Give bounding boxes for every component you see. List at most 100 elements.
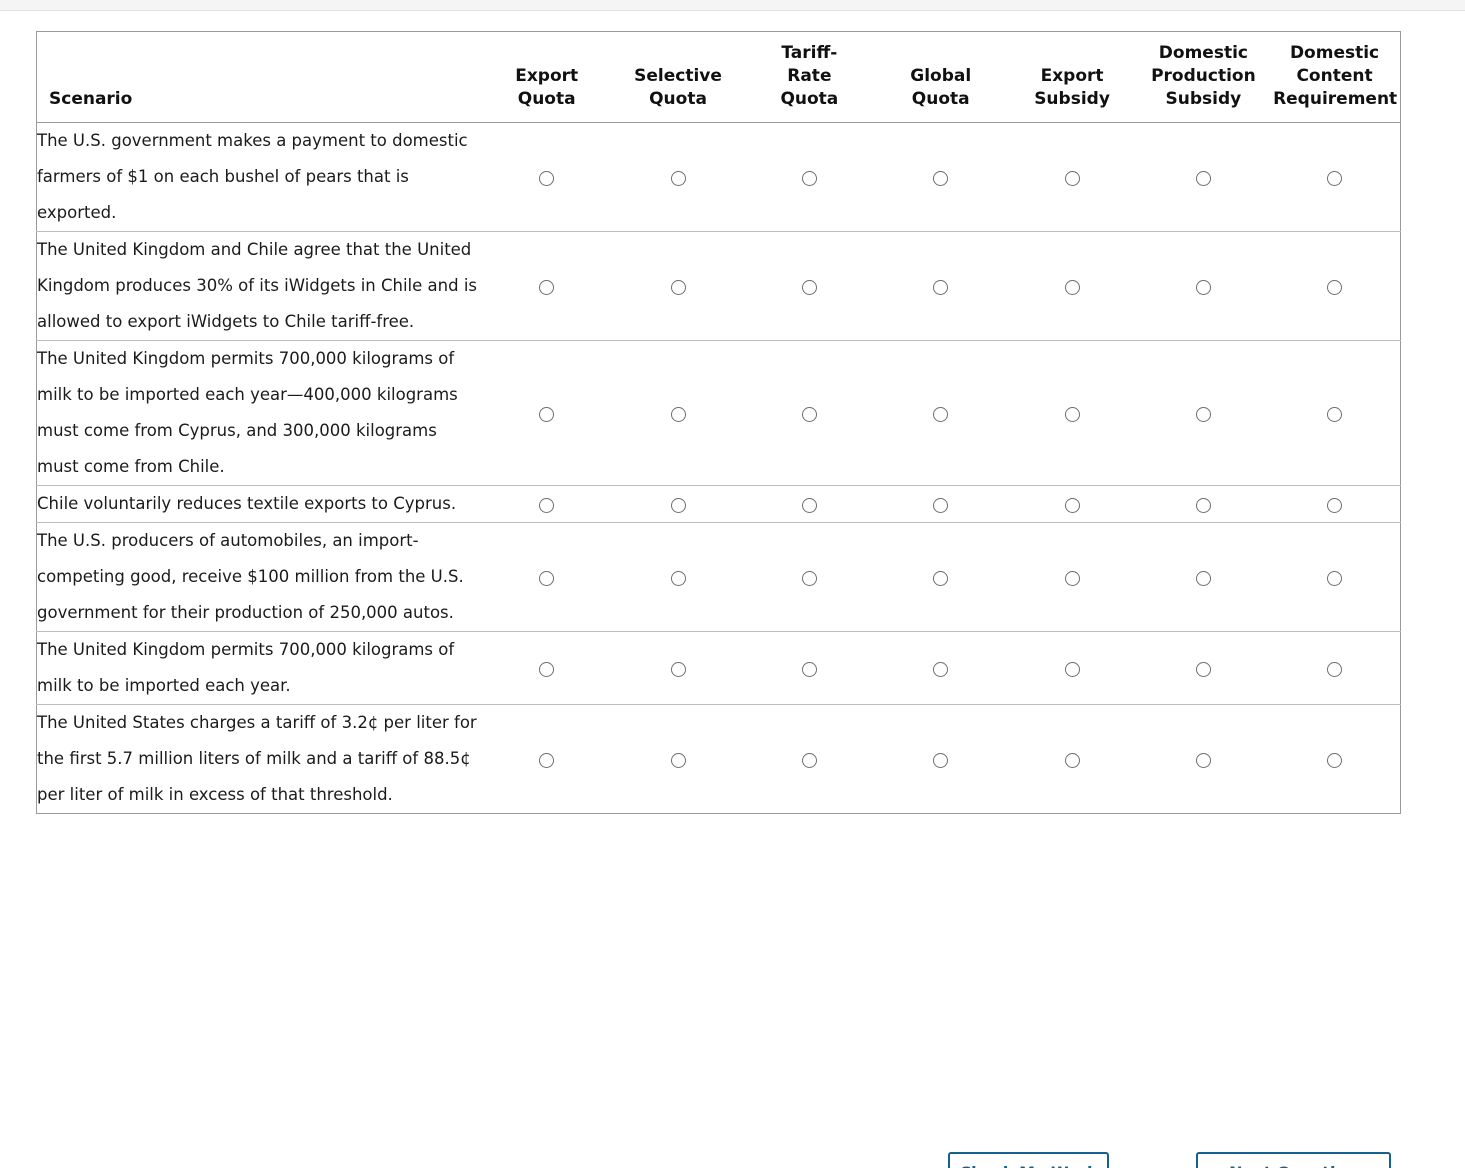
radio-domestic-production-subsidy[interactable] [1195, 406, 1211, 422]
option-cell-domestic-content-requirement[interactable] [1269, 705, 1400, 814]
radio-global-quota[interactable] [933, 661, 949, 677]
option-cell-domestic-content-requirement[interactable] [1269, 522, 1401, 632]
option-cell-global-quota[interactable] [875, 231, 1007, 341]
check-my-work-button[interactable]: Check My Work [948, 1152, 1109, 1168]
option-cell-export-subsidy[interactable] [1006, 231, 1138, 341]
option-cell-tariff-rate-quota[interactable] [743, 231, 876, 341]
option-cell-global-quota[interactable] [875, 122, 1007, 232]
radio-export-quota[interactable] [539, 752, 555, 768]
radio-tariff-rate-quota[interactable] [801, 661, 817, 677]
option-cell-export-subsidy[interactable] [1006, 122, 1138, 232]
radio-export-subsidy[interactable] [1064, 406, 1080, 422]
option-cell-domestic-production-subsidy[interactable] [1137, 631, 1270, 705]
option-cell-export-subsidy[interactable] [1006, 522, 1138, 632]
option-cell-global-quota[interactable] [875, 705, 1006, 814]
option-cell-tariff-rate-quota[interactable] [744, 705, 875, 814]
radio-selective-quota[interactable] [670, 570, 686, 586]
option-cell-domestic-production-subsidy[interactable] [1138, 705, 1269, 814]
radio-domestic-production-subsidy[interactable] [1195, 570, 1211, 586]
radio-domestic-content-requirement[interactable] [1327, 170, 1343, 186]
option-cell-export-quota[interactable] [481, 340, 613, 486]
option-cell-tariff-rate-quota[interactable] [743, 122, 876, 232]
radio-domestic-production-subsidy[interactable] [1195, 497, 1211, 513]
radio-tariff-rate-quota[interactable] [801, 752, 817, 768]
radio-tariff-rate-quota[interactable] [801, 406, 817, 422]
option-cell-selective-quota[interactable] [612, 631, 744, 705]
option-cell-export-quota[interactable] [481, 705, 612, 814]
radio-export-subsidy[interactable] [1064, 661, 1080, 677]
radio-global-quota[interactable] [933, 497, 949, 513]
radio-export-subsidy[interactable] [1064, 279, 1080, 295]
radio-global-quota[interactable] [933, 279, 949, 295]
radio-global-quota[interactable] [933, 752, 949, 768]
radio-selective-quota[interactable] [670, 752, 686, 768]
radio-domestic-content-requirement[interactable] [1327, 570, 1343, 586]
option-cell-domestic-production-subsidy[interactable] [1137, 485, 1270, 523]
option-cell-domestic-content-requirement[interactable] [1269, 631, 1401, 705]
radio-export-quota[interactable] [539, 279, 555, 295]
radio-global-quota[interactable] [933, 570, 949, 586]
option-cell-tariff-rate-quota[interactable] [743, 522, 876, 632]
option-cell-domestic-content-requirement[interactable] [1269, 340, 1401, 486]
option-cell-global-quota[interactable] [875, 340, 1007, 486]
option-cell-selective-quota[interactable] [612, 340, 744, 486]
option-cell-domestic-content-requirement[interactable] [1269, 485, 1401, 523]
option-cell-export-subsidy[interactable] [1006, 485, 1138, 523]
radio-tariff-rate-quota[interactable] [801, 497, 817, 513]
radio-tariff-rate-quota[interactable] [801, 279, 817, 295]
option-cell-export-quota[interactable] [481, 485, 613, 523]
radio-domestic-production-subsidy[interactable] [1195, 661, 1211, 677]
radio-domestic-content-requirement[interactable] [1327, 279, 1343, 295]
radio-export-quota[interactable] [539, 497, 555, 513]
option-cell-selective-quota[interactable] [612, 522, 744, 632]
option-cell-export-quota[interactable] [481, 122, 613, 232]
option-cell-tariff-rate-quota[interactable] [743, 485, 876, 523]
option-cell-domestic-content-requirement[interactable] [1269, 122, 1401, 232]
radio-export-subsidy[interactable] [1064, 752, 1080, 768]
option-cell-export-quota[interactable] [481, 231, 613, 341]
radio-export-subsidy[interactable] [1064, 497, 1080, 513]
radio-export-quota[interactable] [539, 406, 555, 422]
radio-domestic-content-requirement[interactable] [1327, 497, 1343, 513]
radio-tariff-rate-quota[interactable] [801, 570, 817, 586]
radio-domestic-production-subsidy[interactable] [1195, 752, 1211, 768]
option-cell-selective-quota[interactable] [612, 122, 744, 232]
option-cell-domestic-production-subsidy[interactable] [1137, 231, 1270, 341]
option-cell-export-subsidy[interactable] [1006, 631, 1138, 705]
radio-export-subsidy[interactable] [1064, 170, 1080, 186]
option-cell-domestic-content-requirement[interactable] [1269, 231, 1401, 341]
radio-domestic-production-subsidy[interactable] [1195, 279, 1211, 295]
option-cell-global-quota[interactable] [875, 485, 1007, 523]
option-cell-export-subsidy[interactable] [1006, 340, 1138, 486]
radio-selective-quota[interactable] [670, 279, 686, 295]
radio-global-quota[interactable] [933, 170, 949, 186]
option-cell-tariff-rate-quota[interactable] [743, 631, 876, 705]
option-cell-domestic-production-subsidy[interactable] [1137, 122, 1270, 232]
radio-domestic-production-subsidy[interactable] [1195, 170, 1211, 186]
radio-tariff-rate-quota[interactable] [801, 170, 817, 186]
next-question-button[interactable]: Next Question [1196, 1152, 1391, 1168]
option-cell-domestic-production-subsidy[interactable] [1137, 522, 1270, 632]
radio-export-quota[interactable] [539, 170, 555, 186]
option-cell-domestic-production-subsidy[interactable] [1137, 340, 1270, 486]
option-cell-selective-quota[interactable] [612, 705, 743, 814]
radio-domestic-content-requirement[interactable] [1327, 752, 1343, 768]
option-cell-export-subsidy[interactable] [1006, 705, 1137, 814]
radio-export-subsidy[interactable] [1064, 570, 1080, 586]
radio-selective-quota[interactable] [670, 661, 686, 677]
option-cell-selective-quota[interactable] [612, 231, 744, 341]
radio-domestic-content-requirement[interactable] [1327, 661, 1343, 677]
option-cell-global-quota[interactable] [875, 522, 1007, 632]
radio-selective-quota[interactable] [670, 406, 686, 422]
radio-selective-quota[interactable] [670, 170, 686, 186]
option-cell-export-quota[interactable] [481, 631, 613, 705]
radio-global-quota[interactable] [933, 406, 949, 422]
radio-selective-quota[interactable] [670, 497, 686, 513]
radio-domestic-content-requirement[interactable] [1327, 406, 1343, 422]
option-cell-global-quota[interactable] [875, 631, 1007, 705]
radio-export-quota[interactable] [539, 661, 555, 677]
option-cell-tariff-rate-quota[interactable] [743, 340, 876, 486]
option-cell-export-quota[interactable] [481, 522, 613, 632]
option-cell-selective-quota[interactable] [612, 485, 744, 523]
radio-export-quota[interactable] [539, 570, 555, 586]
